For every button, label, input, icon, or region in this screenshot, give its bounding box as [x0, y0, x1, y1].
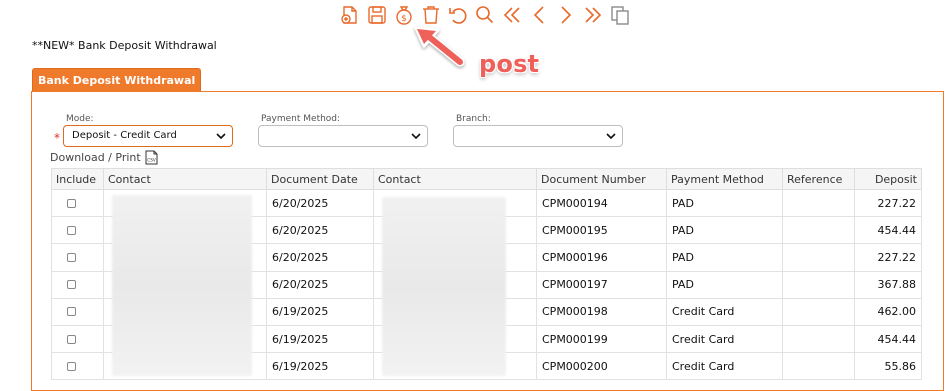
redacted-contact-block: [112, 195, 252, 376]
mode-select[interactable]: Deposit - Credit Card: [63, 125, 233, 147]
include-checkbox[interactable]: [67, 334, 76, 344]
include-checkbox-cell: [51, 324, 104, 354]
deposit-cell: 462.00: [854, 297, 922, 326]
csv-file-icon[interactable]: CSV: [145, 150, 158, 165]
reference-cell: [782, 270, 855, 299]
include-checkbox[interactable]: [67, 198, 76, 208]
payment-method-cell: Credit Card: [666, 297, 783, 326]
deposit-cell: 227.22: [854, 188, 922, 218]
include-checkbox-cell: [51, 270, 104, 299]
chevron-down-icon: [606, 133, 616, 140]
annotation-arrow-icon: [414, 26, 465, 67]
required-indicator: *: [54, 131, 60, 145]
column-header-include[interactable]: Include: [51, 168, 104, 190]
chevron-down-icon: [411, 133, 421, 140]
include-checkbox-cell: [51, 188, 104, 218]
include-checkbox[interactable]: [67, 225, 76, 235]
include-checkbox[interactable]: [67, 280, 76, 290]
document-number-cell: CPM000198: [536, 297, 667, 326]
deposit-cell: 367.88: [854, 270, 922, 299]
document-date-cell: 6/20/2025: [266, 243, 374, 272]
mode-label: Mode:: [66, 114, 94, 124]
next-icon[interactable]: [555, 4, 577, 26]
column-header-payment-method[interactable]: Payment Method: [666, 168, 783, 190]
document-number-cell: CPM000199: [536, 324, 667, 354]
new-document-icon[interactable]: [339, 4, 361, 26]
document-date-cell: 6/20/2025: [266, 270, 374, 299]
include-checkbox-cell: [51, 243, 104, 272]
download-print-label: Download / Print: [50, 151, 141, 164]
document-date-cell: 6/20/2025: [266, 216, 374, 245]
include-checkbox[interactable]: [67, 307, 76, 317]
reference-cell: [782, 297, 855, 326]
payment-method-cell: PAD: [666, 243, 783, 272]
branch-select[interactable]: [453, 125, 623, 147]
reference-cell: [782, 216, 855, 245]
include-checkbox-cell: [51, 216, 104, 245]
previous-icon[interactable]: [528, 4, 550, 26]
include-checkbox-cell: [51, 297, 104, 326]
column-header-deposit[interactable]: Deposit: [854, 168, 922, 190]
search-icon[interactable]: [474, 4, 496, 26]
tab-bank-deposit-withdrawal[interactable]: Bank Deposit Withdrawal: [32, 68, 202, 92]
payment-method-cell: PAD: [666, 188, 783, 218]
mode-select-value: Deposit - Credit Card: [72, 130, 177, 141]
deposit-cell: 454.44: [854, 216, 922, 245]
branch-label: Branch:: [456, 114, 491, 124]
payment-method-select[interactable]: [258, 125, 428, 147]
document-date-cell: 6/19/2025: [266, 324, 374, 354]
column-header-contact-2[interactable]: Contact: [373, 168, 537, 190]
deposit-cell: 227.22: [854, 243, 922, 272]
document-number-cell: CPM000194: [536, 188, 667, 218]
document-date-cell: 6/19/2025: [266, 297, 374, 326]
column-header-contact[interactable]: Contact: [103, 168, 267, 190]
document-number-cell: CPM000197: [536, 270, 667, 299]
copy-icon[interactable]: [609, 4, 631, 26]
payment-method-cell: Credit Card: [666, 324, 783, 354]
column-header-document-number[interactable]: Document Number: [536, 168, 667, 190]
payment-method-label: Payment Method:: [261, 114, 341, 124]
document-number-cell: CPM000195: [536, 216, 667, 245]
svg-text:$: $: [401, 14, 407, 24]
table-header-row: Include Contact Document Date Contact Do…: [51, 168, 922, 190]
save-icon[interactable]: [366, 4, 388, 26]
toolbar: $: [339, 2, 631, 28]
column-header-reference[interactable]: Reference: [782, 168, 855, 190]
download-print-link[interactable]: Download / Print CSV: [50, 150, 158, 165]
reference-cell: [782, 188, 855, 218]
svg-text:CSV: CSV: [147, 158, 156, 163]
document-date-cell: 6/20/2025: [266, 188, 374, 218]
reference-cell: [782, 243, 855, 272]
include-checkbox[interactable]: [67, 252, 76, 262]
page-title: **NEW* Bank Deposit Withdrawal: [32, 39, 217, 52]
column-header-document-date[interactable]: Document Date: [266, 168, 374, 190]
chevron-down-icon: [216, 133, 226, 140]
payment-method-cell: PAD: [666, 216, 783, 245]
redacted-contact-block: [382, 197, 506, 376]
deposit-cell: 454.44: [854, 324, 922, 354]
payment-method-cell: PAD: [666, 270, 783, 299]
reference-cell: [782, 324, 855, 354]
document-number-cell: CPM000196: [536, 243, 667, 272]
first-page-icon[interactable]: [501, 4, 523, 26]
last-page-icon[interactable]: [582, 4, 604, 26]
annotation-label: post: [479, 50, 540, 78]
include-checkbox[interactable]: [67, 361, 76, 371]
